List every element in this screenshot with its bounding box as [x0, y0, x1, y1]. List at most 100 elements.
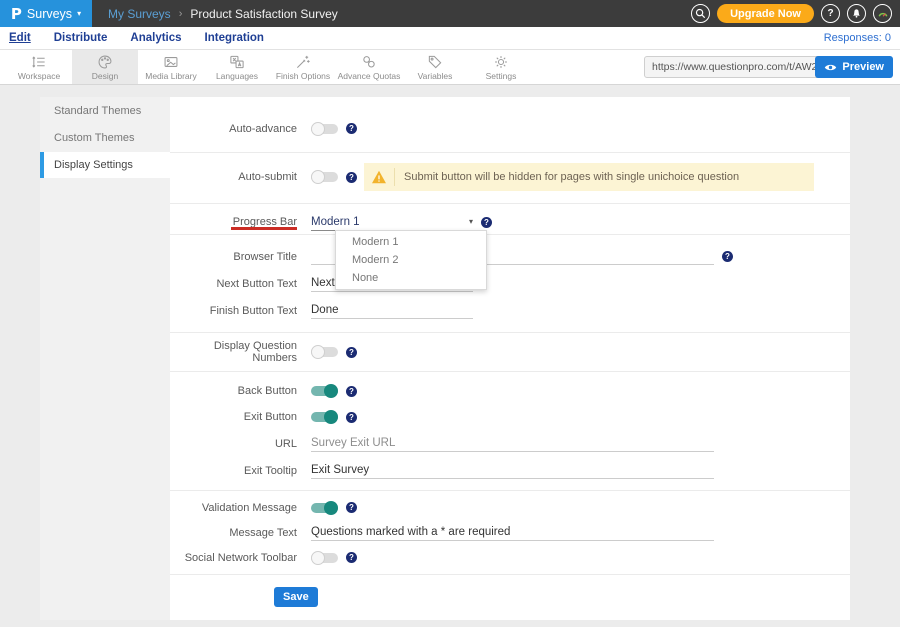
social-network-toolbar-toggle[interactable] — [311, 553, 338, 563]
survey-menu-bar: Edit Distribute Analytics Integration Re… — [0, 27, 900, 50]
search-button[interactable] — [691, 4, 710, 23]
breadcrumb-separator-icon: › — [179, 8, 183, 20]
validation-message-label: Validation Message — [170, 502, 311, 514]
help-icon[interactable]: ? — [346, 172, 357, 183]
validation-message-row: Validation Message ? — [170, 495, 850, 520]
toolbar-item-label: Advance Quotas — [338, 71, 401, 81]
tab-edit[interactable]: Edit — [9, 32, 31, 44]
usage-meter-button[interactable] — [873, 4, 892, 23]
browser-title-row: Browser Title ? — [170, 243, 850, 270]
exit-button-toggle[interactable] — [311, 412, 338, 422]
finish-button-text-label: Finish Button Text — [170, 305, 311, 317]
progress-bar-selected-value: Modern 1 — [311, 216, 360, 228]
help-icon[interactable]: ? — [346, 552, 357, 563]
help-button[interactable]: ? — [821, 4, 840, 23]
advance-quotas-icon — [361, 54, 377, 70]
survey-url-field[interactable]: https://www.questionpro.com/t/AW22Zh44 ✎ — [644, 56, 830, 78]
search-icon — [695, 8, 706, 19]
exit-url-label: URL — [170, 438, 311, 450]
tab-distribute[interactable]: Distribute — [54, 32, 108, 44]
breadcrumb-parent[interactable]: My Surveys — [108, 7, 171, 21]
design-toolbar: Workspace Design Media Library Languages… — [0, 50, 900, 85]
toolbar-item-finish-options[interactable]: Finish Options — [270, 50, 336, 84]
back-button-row: Back Button ? — [170, 378, 850, 404]
toolbar-item-label: Languages — [216, 71, 258, 81]
help-icon[interactable]: ? — [722, 251, 733, 262]
toolbar-item-settings[interactable]: Settings — [468, 50, 534, 84]
auto-advance-toggle[interactable] — [311, 124, 338, 134]
sidebar-item-display-settings[interactable]: Display Settings — [40, 152, 170, 178]
toolbar-item-advance-quotas[interactable]: Advance Quotas — [336, 50, 402, 84]
validation-message-toggle[interactable] — [311, 503, 338, 513]
annotation-red-underline — [231, 227, 297, 230]
workspace-icon — [31, 54, 47, 70]
dropdown-option-modern-1[interactable]: Modern 1 — [336, 233, 486, 251]
display-settings-panel: Auto-advance ? Auto-submit ? Submit butt… — [170, 97, 850, 620]
help-icon[interactable]: ? — [346, 347, 357, 358]
breadcrumb: My Surveys › Product Satisfaction Survey — [108, 7, 338, 21]
toolbar-item-label: Media Library — [145, 71, 197, 81]
variables-icon — [427, 54, 443, 70]
toolbar-item-design[interactable]: Design — [72, 50, 138, 84]
display-question-numbers-row: Display Question Numbers ? — [170, 339, 850, 365]
toggle-knob — [311, 345, 325, 359]
progress-bar-select[interactable]: Modern 1 ▾ — [311, 214, 473, 231]
toolbar-item-media-library[interactable]: Media Library — [138, 50, 204, 84]
help-icon[interactable]: ? — [481, 217, 492, 228]
warning-text: Submit button will be hidden for pages w… — [395, 171, 739, 183]
sidebar-item-custom-themes[interactable]: Custom Themes — [40, 125, 170, 151]
toggle-knob — [311, 122, 325, 136]
sidebar-item-standard-themes[interactable]: Standard Themes — [40, 98, 170, 124]
notifications-button[interactable] — [847, 4, 866, 23]
toolbar-item-workspace[interactable]: Workspace — [6, 50, 72, 84]
product-switcher[interactable]: P Surveys ▾ — [0, 0, 92, 27]
toolbar-item-variables[interactable]: Variables — [402, 50, 468, 84]
help-icon[interactable]: ? — [346, 123, 357, 134]
back-button-toggle[interactable] — [311, 386, 338, 396]
bell-icon — [851, 8, 862, 19]
dropdown-option-modern-2[interactable]: Modern 2 — [336, 251, 486, 269]
toolbar-item-label: Variables — [418, 71, 453, 81]
media-library-icon — [163, 54, 179, 70]
toolbar-item-languages[interactable]: Languages — [204, 50, 270, 84]
auto-advance-row: Auto-advance ? — [170, 115, 850, 142]
top-navigation-bar: P Surveys ▾ My Surveys › Product Satisfa… — [0, 0, 900, 27]
save-button[interactable]: Save — [274, 587, 318, 607]
exit-button-label: Exit Button — [170, 411, 311, 423]
exit-tooltip-input[interactable]: Exit Survey — [311, 462, 714, 479]
help-icon[interactable]: ? — [346, 502, 357, 513]
help-icon[interactable]: ? — [346, 386, 357, 397]
tab-analytics[interactable]: Analytics — [130, 32, 181, 44]
help-icon[interactable]: ? — [346, 412, 357, 423]
chevron-down-icon: ▾ — [77, 9, 81, 18]
auto-submit-toggle[interactable] — [311, 172, 338, 182]
next-button-text-row: Next Button Text Next — [170, 270, 850, 297]
tab-integration[interactable]: Integration — [205, 32, 264, 44]
next-button-text-label: Next Button Text — [170, 278, 311, 290]
toggle-knob — [324, 410, 338, 424]
upgrade-now-button[interactable]: Upgrade Now — [717, 4, 814, 23]
finish-button-text-row: Finish Button Text Done — [170, 297, 850, 324]
auto-submit-row: Auto-submit ? Submit button will be hidd… — [170, 163, 850, 191]
exit-tooltip-label: Exit Tooltip — [170, 465, 311, 477]
message-text-row: Message Text Questions marked with a * a… — [170, 520, 850, 545]
message-text-input[interactable]: Questions marked with a * are required — [311, 524, 714, 541]
finish-options-icon — [295, 54, 311, 70]
warning-banner: Submit button will be hidden for pages w… — [364, 163, 814, 191]
message-text-label: Message Text — [170, 527, 311, 539]
progress-bar-row: Progress Bar Modern 1 ▾ ? — [170, 212, 850, 232]
exit-url-input[interactable]: Survey Exit URL — [311, 435, 714, 452]
responses-count[interactable]: Responses: 0 — [824, 32, 891, 44]
toolbar-item-label: Settings — [486, 71, 517, 81]
toggle-knob — [324, 501, 338, 515]
exit-button-row: Exit Button ? — [170, 404, 850, 430]
display-question-numbers-toggle[interactable] — [311, 347, 338, 357]
display-question-numbers-label: Display Question Numbers — [170, 340, 311, 364]
toolbar-item-label: Workspace — [18, 71, 60, 81]
preview-button[interactable]: Preview — [815, 56, 893, 78]
dropdown-option-none[interactable]: None — [336, 269, 486, 287]
finish-button-text-input[interactable]: Done — [311, 302, 473, 319]
design-palette-icon — [97, 54, 113, 70]
eye-icon — [824, 63, 837, 72]
back-button-label: Back Button — [170, 385, 311, 397]
